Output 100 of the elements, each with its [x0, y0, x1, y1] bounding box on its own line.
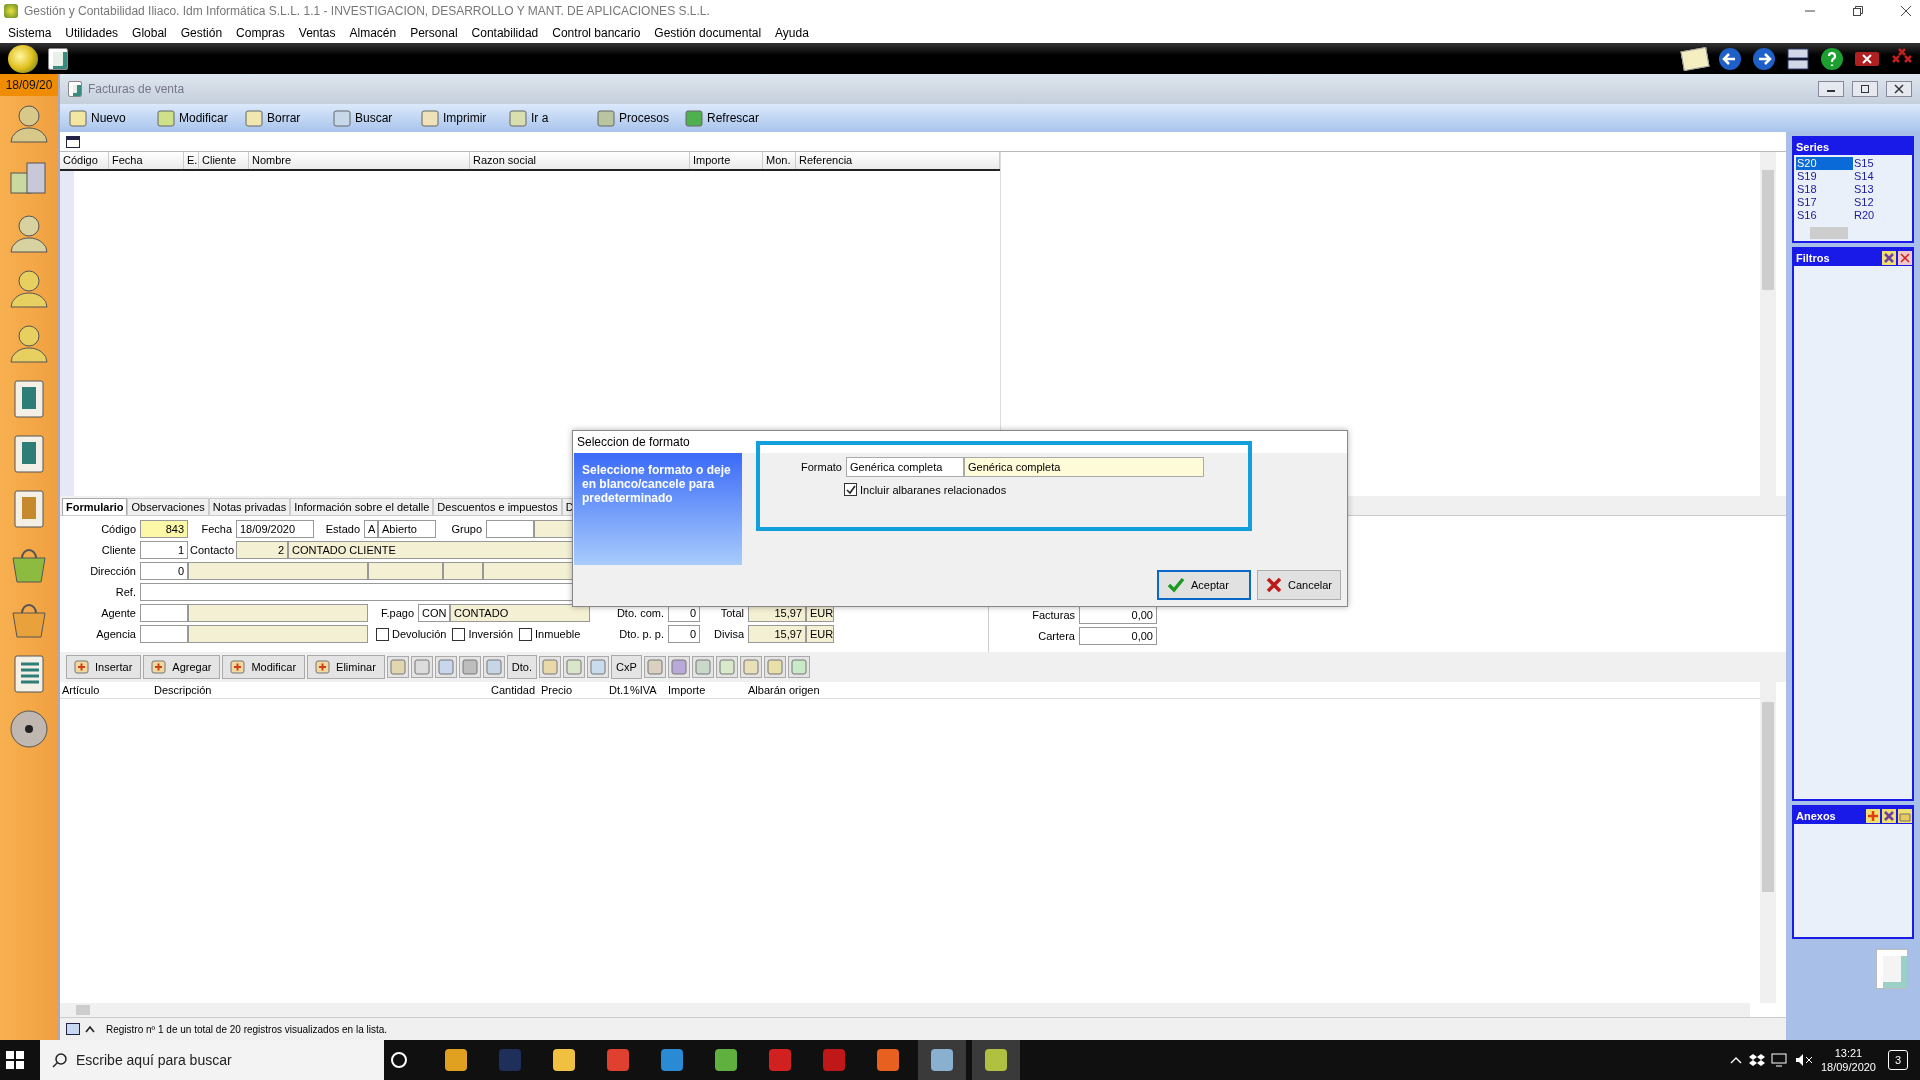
column-header[interactable]: Cliente: [199, 152, 249, 169]
speaker-muted-icon[interactable]: [1794, 1053, 1813, 1067]
clock-time[interactable]: 13:21: [1834, 1047, 1863, 1059]
network-icon[interactable]: [1770, 1053, 1789, 1067]
line-button[interactable]: CxP: [611, 655, 642, 679]
column-header[interactable]: Importe: [690, 152, 763, 169]
checkbox[interactable]: Devolución: [376, 627, 447, 641]
form-tab[interactable]: Descuentos e impuestos: [433, 498, 562, 515]
toolbar-icon[interactable]: [715, 656, 738, 678]
series-item[interactable]: S15: [1853, 157, 1910, 170]
checkbox[interactable]: Incluir albaranes relacionados: [844, 483, 1248, 496]
dialog-button[interactable]: Cancelar: [1256, 570, 1341, 600]
grid-view-icon[interactable]: [66, 135, 80, 148]
clear-filter-icon[interactable]: [1882, 250, 1896, 265]
toolbar-button[interactable]: Borrar: [242, 106, 326, 130]
dropbox-icon[interactable]: [1748, 1053, 1765, 1067]
close-button[interactable]: [1886, 81, 1912, 97]
help-icon[interactable]: [1820, 46, 1844, 71]
column-header[interactable]: Nombre: [249, 152, 470, 169]
toolbar-button[interactable]: Ir a: [506, 106, 590, 130]
form-tab[interactable]: Información sobre el detalle: [290, 498, 434, 515]
toolbar-icon[interactable]: [386, 656, 409, 678]
column-header[interactable]: Importe: [666, 682, 746, 698]
notification-badge[interactable]: 3: [1888, 1050, 1908, 1070]
column-header[interactable]: Descripción: [152, 682, 489, 698]
line-button[interactable]: Agregar: [143, 655, 221, 679]
column-header[interactable]: Mon.: [763, 152, 796, 169]
toolbar-icon[interactable]: [434, 656, 457, 678]
column-header[interactable]: Artículo: [60, 682, 152, 698]
menu-item[interactable]: Utilidades: [65, 25, 119, 40]
toolbar-icon[interactable]: [667, 656, 690, 678]
line-button[interactable]: Eliminar: [307, 655, 385, 679]
form-tab[interactable]: Formulario: [62, 498, 128, 515]
agent-field[interactable]: [140, 604, 188, 622]
toolbar-icon[interactable]: [563, 656, 585, 678]
menu-item[interactable]: Compras: [236, 25, 285, 40]
line-button[interactable]: Dto.: [506, 655, 537, 679]
line-button[interactable]: Modificar: [222, 655, 306, 679]
column-header[interactable]: Fecha: [109, 152, 184, 169]
toolbar-icon[interactable]: [458, 656, 481, 678]
close-icon[interactable]: [1854, 49, 1880, 68]
status-code-field[interactable]: A: [364, 520, 378, 538]
series-item[interactable]: R20: [1853, 209, 1910, 222]
horizontal-scrollbar[interactable]: [1794, 225, 1912, 241]
orb-icon[interactable]: [8, 44, 38, 73]
series-item[interactable]: S16: [1796, 209, 1853, 222]
code-field[interactable]: 843: [140, 520, 188, 538]
dialog-button[interactable]: Aceptar: [1156, 570, 1251, 600]
series-item[interactable]: S19: [1796, 170, 1853, 183]
column-header[interactable]: Código: [60, 152, 109, 169]
restore-icon[interactable]: [1852, 5, 1864, 17]
toolbar-icon[interactable]: [643, 656, 666, 678]
payment-code-field[interactable]: CON: [418, 604, 450, 622]
person-icon[interactable]: [7, 267, 51, 311]
checkbox[interactable]: Inversión: [452, 627, 514, 641]
task-view-icon[interactable]: [390, 1051, 408, 1069]
series-item[interactable]: S14: [1853, 170, 1910, 183]
toolbar-icon[interactable]: [739, 656, 762, 678]
menu-item[interactable]: Gestión: [180, 25, 223, 40]
menu-item[interactable]: Contabilidad: [471, 25, 539, 40]
toolbar-icon[interactable]: [787, 656, 810, 678]
toolbar-button[interactable]: Imprimir: [418, 106, 502, 130]
people-icon[interactable]: [7, 102, 51, 146]
close-icon[interactable]: [1900, 5, 1912, 17]
disc-icon[interactable]: [7, 707, 51, 751]
line-button[interactable]: Insertar: [66, 655, 142, 679]
toolbar-button[interactable]: Procesos: [594, 106, 678, 130]
column-header[interactable]: E.: [184, 152, 199, 169]
status-field[interactable]: Abierto: [378, 520, 436, 538]
column-header[interactable]: Precio: [539, 682, 607, 698]
toolbar-button[interactable]: Refrescar: [682, 106, 766, 130]
agency-field[interactable]: [140, 625, 188, 643]
column-header[interactable]: Referencia: [796, 152, 1000, 169]
form-tab[interactable]: Observaciones: [127, 498, 209, 515]
minimize-button[interactable]: [1818, 81, 1844, 97]
clear-icon[interactable]: [1882, 808, 1896, 823]
taskbar-app-icon[interactable]: [918, 1040, 966, 1080]
column-header[interactable]: %IVA: [628, 682, 666, 698]
date-field[interactable]: 18/09/2020: [236, 520, 314, 538]
toolbar-icon[interactable]: [763, 656, 786, 678]
person-icon[interactable]: [7, 212, 51, 256]
menu-item[interactable]: Gestión documental: [654, 25, 762, 40]
format-name-field[interactable]: Genérica completa: [964, 457, 1204, 477]
menu-item[interactable]: Control bancario: [552, 25, 641, 40]
horizontal-scrollbar[interactable]: [60, 1003, 1750, 1017]
taskbar-app-icon[interactable]: [972, 1040, 1020, 1080]
toolbar-button[interactable]: Modificar: [154, 106, 238, 130]
contact-code-field[interactable]: 2: [236, 541, 289, 559]
toolbar-button[interactable]: Nuevo: [66, 106, 150, 130]
close-icon[interactable]: [1898, 250, 1912, 265]
menu-item[interactable]: Ventas: [298, 25, 336, 40]
address-code-field[interactable]: 0: [140, 562, 188, 580]
toolbar-icon[interactable]: [539, 656, 561, 678]
checkbox[interactable]: Inmueble: [519, 627, 581, 641]
format-code-field[interactable]: Genérica completa: [846, 457, 964, 477]
toolbar-icon[interactable]: [410, 656, 433, 678]
column-header[interactable]: Dt.1: [607, 682, 628, 698]
search-field[interactable]: Escribe aquí para buscar: [40, 1040, 384, 1080]
windows-icon[interactable]: [1786, 46, 1810, 71]
group-field[interactable]: [486, 520, 534, 538]
